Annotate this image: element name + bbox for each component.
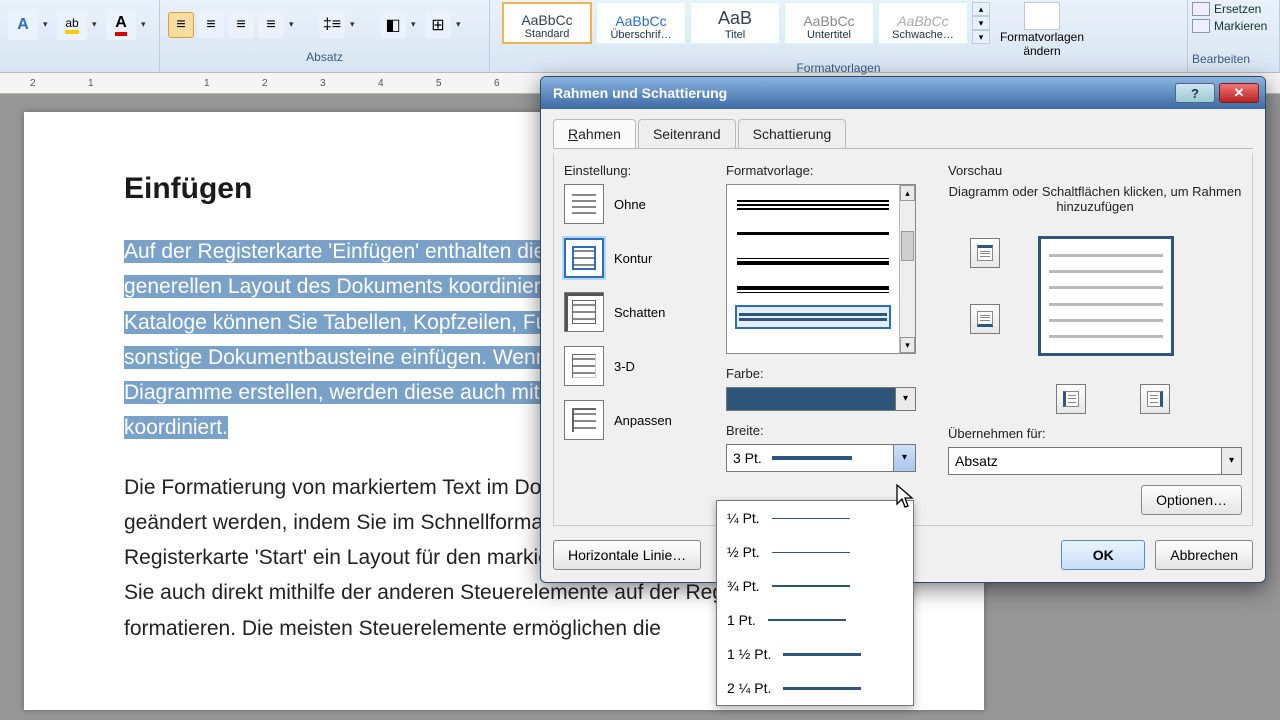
color-swatch bbox=[726, 387, 896, 411]
width-opt-1[interactable]: 1 Pt. bbox=[717, 603, 913, 637]
select-btn[interactable]: Markieren bbox=[1192, 19, 1275, 33]
width-value: 3 Pt. bbox=[733, 450, 762, 466]
preview-hint: Diagramm oder Schaltflächen klicken, um … bbox=[948, 184, 1242, 214]
width-combo[interactable]: 3 Pt. ▾ bbox=[726, 444, 916, 472]
options-button[interactable]: Optionen… bbox=[1141, 485, 1242, 515]
preview-label: Vorschau bbox=[948, 163, 1242, 178]
highlight-btn[interactable]: ab bbox=[57, 10, 87, 40]
settings-label: Einstellung: bbox=[564, 163, 714, 178]
style-heading[interactable]: AaBbCcÜberschrif… bbox=[596, 2, 686, 44]
border-bottom-toggle[interactable] bbox=[970, 304, 1000, 334]
ribbon: A▾ ab▾ A▾ ≡ ≡ ≡ ≡▾ ‡≡▾ ◧▾ ⊞▾ Absatz AaBb… bbox=[0, 0, 1280, 72]
tab-seitenrand[interactable]: Seitenrand bbox=[638, 119, 736, 148]
style-scroll-up[interactable]: ▴ bbox=[900, 185, 915, 201]
shading-btn[interactable]: ◧ bbox=[380, 12, 406, 38]
width-dropdown-icon[interactable]: ▾ bbox=[893, 445, 915, 471]
ribbon-group-styles-label: Formatvorlagen bbox=[498, 58, 1179, 78]
setting-schatten[interactable]: Schatten bbox=[564, 292, 714, 332]
apply-dropdown-icon[interactable]: ▾ bbox=[1221, 448, 1241, 474]
change-styles-btn[interactable]: Formatvorlagen ändern bbox=[994, 2, 1090, 58]
help-button[interactable]: ? bbox=[1175, 83, 1215, 103]
styles-more[interactable]: ▾ bbox=[972, 30, 990, 44]
style-title[interactable]: AaBTitel bbox=[690, 2, 780, 44]
color-label: Farbe: bbox=[726, 366, 936, 381]
width-opt-05[interactable]: ½ Pt. bbox=[717, 535, 913, 569]
dialog-title: Rahmen und Schattierung bbox=[553, 85, 727, 101]
border-left-toggle[interactable] bbox=[1056, 384, 1086, 414]
color-picker[interactable]: ▾ bbox=[726, 387, 916, 411]
font-color-btn[interactable]: A bbox=[106, 10, 136, 40]
width-opt-15[interactable]: 1 ½ Pt. bbox=[717, 637, 913, 671]
align-justify-btn[interactable]: ≡ bbox=[258, 12, 284, 38]
setting-kontur[interactable]: Kontur bbox=[564, 238, 714, 278]
width-opt-075[interactable]: ¾ Pt. bbox=[717, 569, 913, 603]
ribbon-group-paragraph-label: Absatz bbox=[168, 47, 481, 69]
style-scroll-down[interactable]: ▾ bbox=[900, 337, 915, 353]
cancel-button[interactable]: Abbrechen bbox=[1155, 540, 1253, 570]
ok-button[interactable]: OK bbox=[1061, 540, 1145, 570]
apply-combo[interactable]: Absatz ▾ bbox=[948, 447, 1242, 475]
style-subtitle[interactable]: AaBbCcUntertitel bbox=[784, 2, 874, 44]
width-opt-225[interactable]: 2 ¼ Pt. bbox=[717, 671, 913, 705]
ribbon-group-edit-label: Bearbeiten bbox=[1192, 48, 1275, 70]
color-dropdown-icon[interactable]: ▾ bbox=[896, 387, 916, 411]
line-spacing-btn[interactable]: ‡≡ bbox=[319, 12, 345, 38]
horizontal-line-button[interactable]: Horizontale Linie… bbox=[553, 540, 701, 570]
font-color-btn-a[interactable]: A bbox=[8, 10, 38, 40]
close-button[interactable]: ✕ bbox=[1219, 83, 1259, 103]
styles-up[interactable]: ▴ bbox=[972, 2, 990, 16]
setting-3d[interactable]: 3-D bbox=[564, 346, 714, 386]
align-right-btn[interactable]: ≡ bbox=[228, 12, 254, 38]
tab-schattierung[interactable]: Schattierung bbox=[738, 119, 847, 148]
setting-anpassen[interactable]: Anpassen bbox=[564, 400, 714, 440]
setting-ohne[interactable]: Ohne bbox=[564, 184, 714, 224]
replace-btn[interactable]: Ersetzen bbox=[1192, 2, 1275, 16]
preview-box[interactable] bbox=[1038, 236, 1174, 356]
style-scroll-thumb[interactable] bbox=[901, 231, 914, 261]
format-label: Formatvorlage: bbox=[726, 163, 936, 178]
width-dropdown-list: ¼ Pt. ½ Pt. ¾ Pt. 1 Pt. 1 ½ Pt. 2 ¼ Pt. bbox=[716, 500, 914, 706]
tab-rahmen[interactable]: RRahmenahmen bbox=[553, 119, 636, 148]
width-label: Breite: bbox=[726, 423, 936, 438]
style-listbox[interactable]: ▴ ▾ bbox=[726, 184, 916, 354]
styles-down[interactable]: ▾ bbox=[972, 16, 990, 30]
apply-value: Absatz bbox=[955, 453, 998, 469]
border-right-toggle[interactable] bbox=[1140, 384, 1170, 414]
style-weak[interactable]: AaBbCcSchwache… bbox=[878, 2, 968, 44]
apply-label: Übernehmen für: bbox=[948, 426, 1242, 441]
dialog-titlebar[interactable]: Rahmen und Schattierung ? ✕ bbox=[541, 77, 1265, 109]
dialog-tabs: RRahmenahmen Seitenrand Schattierung bbox=[553, 119, 1253, 149]
style-standard[interactable]: AaBbCcStandard bbox=[502, 2, 592, 44]
border-top-toggle[interactable] bbox=[970, 238, 1000, 268]
ribbon-group-font-label bbox=[8, 47, 151, 69]
align-left-btn[interactable]: ≡ bbox=[168, 12, 194, 38]
width-opt-025[interactable]: ¼ Pt. bbox=[717, 501, 913, 535]
borders-btn[interactable]: ⊞ bbox=[425, 12, 451, 38]
align-center-btn[interactable]: ≡ bbox=[198, 12, 224, 38]
